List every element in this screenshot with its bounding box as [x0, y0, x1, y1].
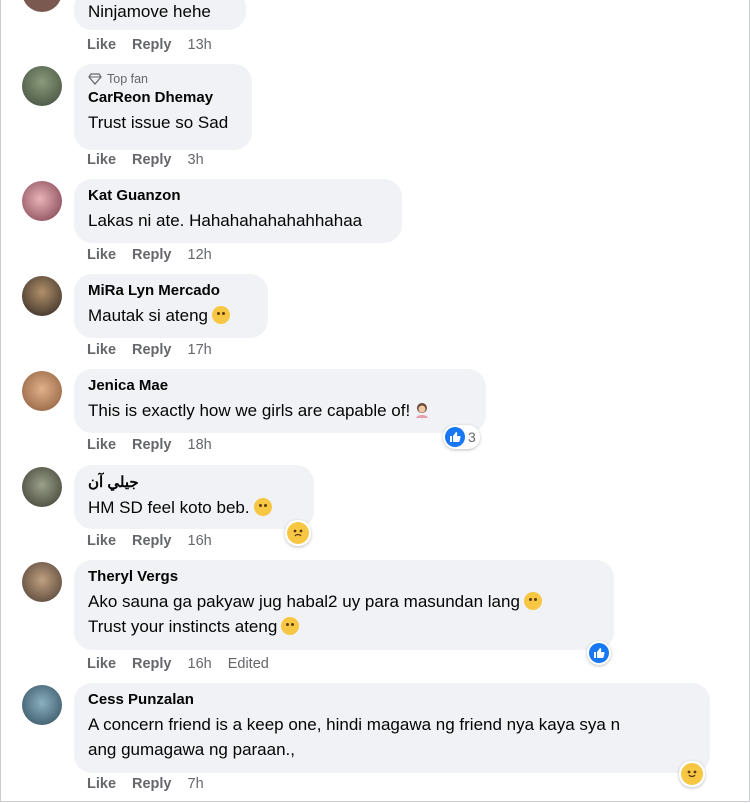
timestamp[interactable]: 12h	[188, 247, 212, 263]
comment-bubble: Top fan CarReon Dhemay Trust issue so Sa…	[74, 64, 252, 150]
comment-actions: Like Reply 12h	[87, 247, 212, 263]
comment-bubble: جيلي آن HM SD feel koto beb.	[74, 465, 314, 529]
commenter-name[interactable]: CarReon Dhemay	[88, 89, 238, 106]
comment-actions: Like Reply 16h	[87, 533, 212, 549]
timestamp[interactable]: 17h	[188, 342, 212, 358]
like-reaction-icon	[445, 427, 465, 447]
care-reaction-icon	[681, 763, 703, 785]
commenter-name[interactable]: Theryl Vergs	[88, 568, 600, 585]
reply-button[interactable]: Reply	[132, 37, 172, 53]
like-button[interactable]: Like	[87, 152, 116, 168]
sad-emoji-icon	[253, 498, 272, 516]
top-fan-label: Top fan	[107, 72, 149, 86]
reaction-count: 3	[468, 429, 476, 445]
comment-bubble: MiRa Lyn Mercado Mautak si ateng	[74, 274, 268, 338]
timestamp[interactable]: 16h	[188, 656, 212, 672]
comment-bubble: Jenica Mae This is exactly how we girls …	[74, 369, 486, 433]
comment-text: ang gumagawa ng paraan.,	[88, 740, 295, 759]
reaction-summary[interactable]	[285, 520, 311, 546]
top-fan-badge: Top fan	[88, 72, 238, 86]
comment-text: Ninjamove hehe	[88, 2, 211, 21]
laughing-emoji-icon	[523, 592, 542, 610]
reply-button[interactable]: Reply	[132, 533, 172, 549]
like-button[interactable]: Like	[87, 776, 116, 792]
like-button[interactable]: Like	[87, 437, 116, 453]
like-button[interactable]: Like	[87, 342, 116, 358]
like-button[interactable]: Like	[87, 656, 116, 672]
diamond-icon	[88, 73, 102, 85]
edited-label[interactable]: Edited	[228, 656, 269, 672]
comment-text: Mautak si ateng	[88, 303, 254, 328]
timestamp[interactable]: 13h	[188, 37, 212, 53]
timestamp[interactable]: 3h	[188, 152, 204, 168]
comment-bubble: Theryl Vergs Ako sauna ga pakyaw jug hab…	[74, 560, 614, 650]
avatar[interactable]	[22, 66, 62, 106]
comment-bubble: Ninjamove hehe	[74, 0, 246, 30]
avatar[interactable]	[22, 562, 62, 602]
avatar[interactable]	[22, 276, 62, 316]
comment-bubble: Cess Punzalan A concern friend is a keep…	[74, 683, 710, 773]
comment-text-line: Ako sauna ga pakyaw jug habal2 uy para m…	[88, 592, 520, 611]
reaction-summary[interactable]	[587, 641, 611, 665]
person-emoji-icon	[416, 403, 429, 418]
reply-button[interactable]: Reply	[132, 776, 172, 792]
reaction-summary[interactable]: 3	[443, 425, 480, 449]
smile-emoji-icon	[281, 617, 300, 635]
avatar[interactable]	[22, 371, 62, 411]
comment-text: Trust issue so Sad	[88, 113, 229, 132]
comment-text: This is exactly how we girls are capable…	[88, 398, 472, 423]
like-button[interactable]: Like	[87, 247, 116, 263]
timestamp[interactable]: 16h	[188, 533, 212, 549]
comment-bubble: Kat Guanzon Lakas ni ate. Hahahahahahahh…	[74, 179, 402, 243]
comment-text-line: Trust your instincts ateng	[88, 617, 278, 636]
comment-actions: Like Reply 7h	[87, 776, 204, 792]
avatar[interactable]	[22, 181, 62, 221]
comment-actions: Like Reply 16h Edited	[87, 656, 269, 672]
timestamp[interactable]: 7h	[188, 776, 204, 792]
like-reaction-icon	[589, 643, 609, 663]
comment-text-line: This is exactly how we girls are capable…	[88, 401, 411, 420]
reply-button[interactable]: Reply	[132, 152, 172, 168]
comment-actions: Like Reply 13h	[87, 37, 212, 53]
comment-text-line: HM SD feel koto beb.	[88, 498, 250, 517]
avatar[interactable]	[22, 467, 62, 507]
laughing-emoji-icon	[212, 306, 231, 324]
care-reaction-icon	[287, 522, 309, 544]
comment-text: Trust your instincts ateng	[88, 614, 600, 639]
commenter-name[interactable]: MiRa Lyn Mercado	[88, 282, 254, 299]
comment-text: Ako sauna ga pakyaw jug habal2 uy para m…	[88, 589, 600, 614]
comment-text: A concern friend is a keep one, hindi ma…	[88, 715, 621, 734]
commenter-name[interactable]: Cess Punzalan	[88, 691, 696, 708]
commenter-name[interactable]: Kat Guanzon	[88, 187, 388, 204]
comment-actions: Like Reply 3h	[87, 152, 204, 168]
comment-actions: Like Reply 17h	[87, 342, 212, 358]
comment-text: Lakas ni ate. Hahahahahahahhahaa	[88, 211, 363, 230]
timestamp[interactable]: 18h	[188, 437, 212, 453]
like-button[interactable]: Like	[87, 533, 116, 549]
reaction-summary[interactable]	[679, 761, 705, 787]
reply-button[interactable]: Reply	[132, 247, 172, 263]
comment-text: HM SD feel koto beb.	[88, 495, 300, 520]
like-button[interactable]: Like	[87, 37, 116, 53]
commenter-name[interactable]: Jenica Mae	[88, 377, 472, 394]
avatar[interactable]	[22, 685, 62, 725]
commenter-name[interactable]: جيلي آن	[88, 473, 300, 491]
comment-text-line: Mautak si ateng	[88, 306, 209, 325]
reply-button[interactable]: Reply	[132, 437, 172, 453]
comment-actions: Like Reply 18h	[87, 437, 212, 453]
reply-button[interactable]: Reply	[132, 342, 172, 358]
reply-button[interactable]: Reply	[132, 656, 172, 672]
